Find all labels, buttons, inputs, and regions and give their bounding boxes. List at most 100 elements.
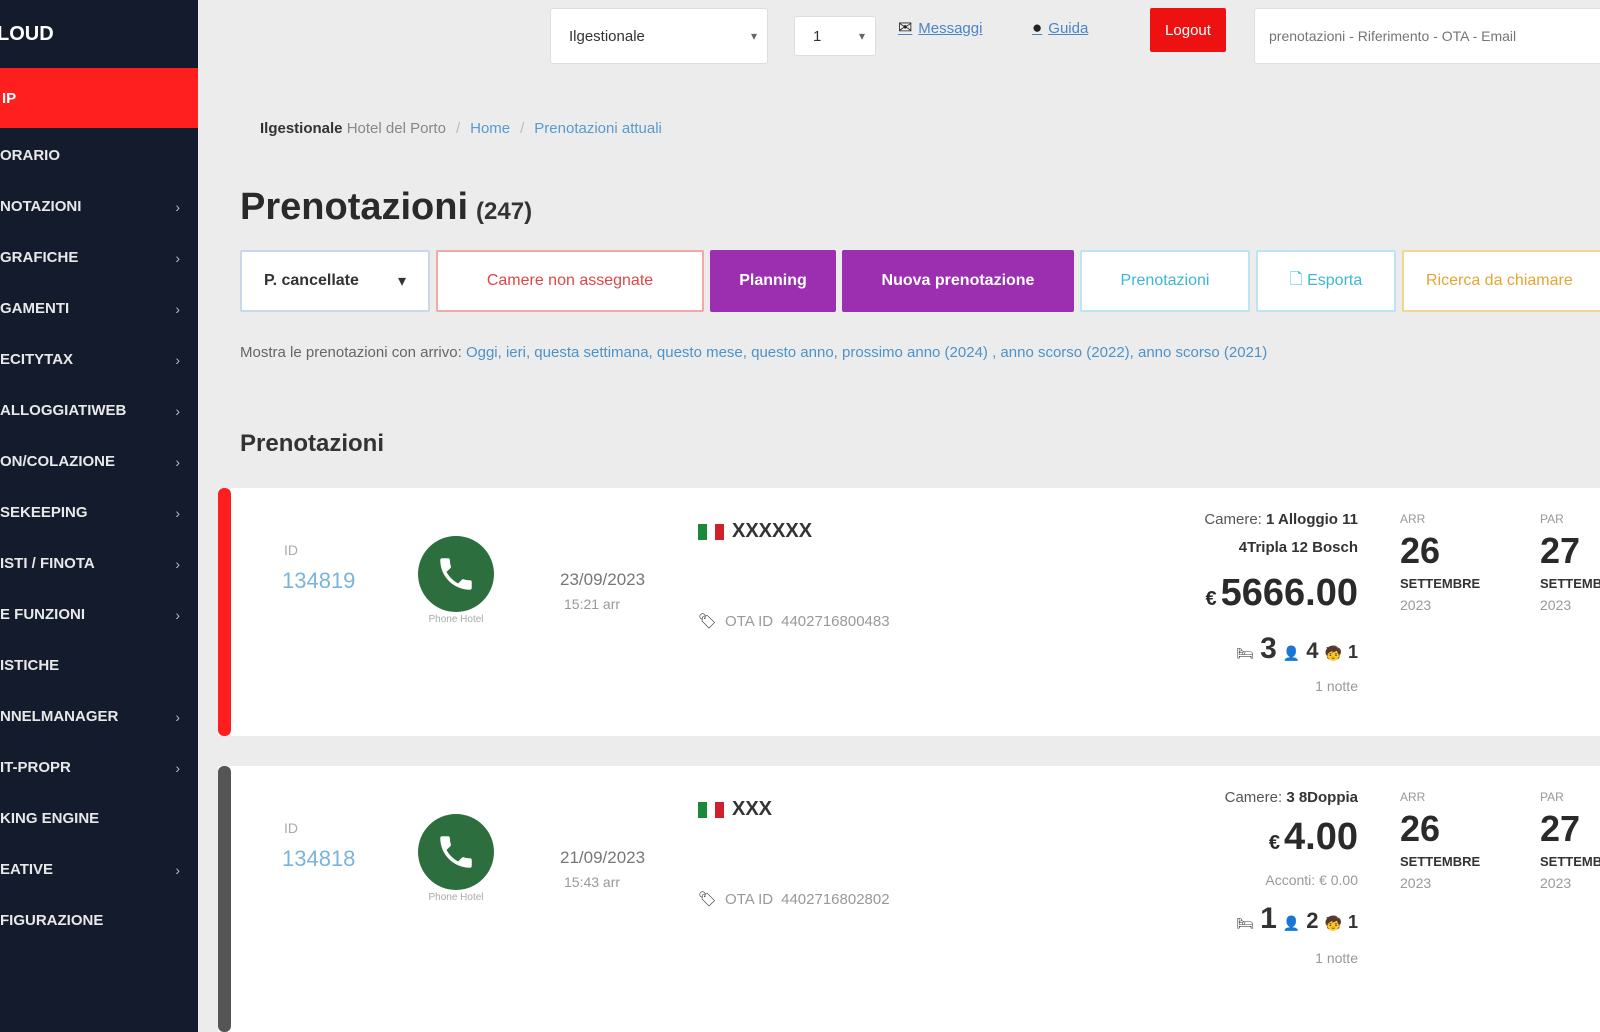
sidebar-item[interactable]: IT-PROPR › [0, 742, 198, 793]
help-link-label: Guida [1048, 19, 1089, 37]
cancelled-filter-select[interactable]: P. cancellate ▾ [240, 250, 430, 312]
sidebar-item-active[interactable]: IP [0, 68, 198, 128]
sidebar-item[interactable]: ON/COLAZIONE › [0, 436, 198, 487]
breadcrumb: Ilgestionale Hotel del Porto / Home / Pr… [260, 120, 662, 137]
sidebar-item[interactable]: ORARIO [0, 130, 198, 181]
sidebar-item[interactable]: ALLOGGIATIWEB › [0, 385, 198, 436]
page-title: Prenotazioni (247) [240, 186, 532, 229]
breadcrumb-home[interactable]: Home [470, 120, 510, 137]
booking-id[interactable]: 134819 [282, 568, 355, 594]
sidebar-item-label: ISTI / FINOTA [0, 555, 95, 572]
room-info: Camere: 1 Alloggio 11 4Tripla 12 Bosch [1204, 506, 1358, 562]
breadcrumb-hotel: Ilgestionale Hotel del Porto [260, 120, 446, 137]
export-button[interactable]: 🗋 Esporta [1256, 250, 1396, 312]
departure-year: 2023 [1540, 875, 1572, 891]
to-call-button[interactable]: Ricerca da chiamare [1402, 250, 1600, 312]
breadcrumb-current[interactable]: Prenotazioni attuali [534, 120, 662, 137]
help-link[interactable]: ● Guida [1032, 18, 1088, 38]
chevron-right-icon: › [175, 504, 180, 521]
chevron-right-icon: › [175, 759, 180, 776]
infants-count: 1 [1347, 912, 1358, 932]
unassigned-rooms-button[interactable]: Camere non assegnate [436, 250, 704, 312]
page-title-text: Prenotazioni [240, 186, 469, 228]
guest-name[interactable]: XXXXXX [698, 520, 812, 543]
guest-name[interactable]: XXX [698, 798, 772, 821]
guest-name-text: XXXXXX [732, 520, 813, 542]
arrival-year: 2023 [1400, 875, 1432, 891]
sidebar-item[interactable]: FIGURAZIONE [0, 895, 198, 946]
bookings-button[interactable]: Prenotazioni [1080, 250, 1250, 312]
room-line-1: 3 8Doppia [1286, 789, 1358, 806]
booking-time: 15:21 arr [564, 596, 621, 612]
person-icon: 👤 [1282, 645, 1301, 661]
nights-count: 1 notte [1315, 950, 1358, 966]
sidebar-item[interactable]: E FUNZIONI › [0, 589, 198, 640]
messages-link-label: Messaggi [918, 19, 983, 37]
arrival-year: 2023 [1400, 597, 1432, 613]
room-label: Camere: [1224, 789, 1283, 806]
ota-id-label: OTA ID [725, 612, 774, 630]
language-select-value: 1 [813, 27, 822, 45]
chevron-right-icon: › [175, 351, 180, 368]
sidebar-item[interactable]: GRAFICHE › [0, 232, 198, 283]
italy-flag-icon [698, 801, 725, 818]
departure-label: PAR [1540, 512, 1564, 526]
sidebar-item[interactable]: ISTI / FINOTA › [0, 538, 198, 589]
bed-icon: 🛏 [1236, 645, 1255, 661]
sidebar-item[interactable]: ISTICHE [0, 640, 198, 691]
envelope-icon: ✉ [898, 18, 913, 37]
logout-button[interactable]: Logout [1150, 8, 1226, 52]
chevron-right-icon: › [175, 861, 180, 878]
nights-count: 1 notte [1315, 678, 1358, 694]
sidebar-item-label: FIGURAZIONE [0, 912, 104, 929]
chevron-down-icon: ▾ [750, 29, 757, 43]
booking-source-label: Phone Hotel [428, 614, 484, 625]
tag-icon: 🏷 [698, 891, 718, 908]
departure-label: PAR [1540, 790, 1564, 804]
messages-link[interactable]: ✉ Messaggi [898, 18, 982, 38]
booking-price: € 4.00 [1269, 816, 1358, 859]
deposit-info: Acconti: € 0.00 [1265, 872, 1358, 888]
price-currency: € [1268, 832, 1281, 854]
person-icon: 👤 [1282, 915, 1301, 931]
brand-logo: LOUD [0, 22, 54, 45]
booking-date: 23/09/2023 [560, 570, 646, 589]
booking-id-label: ID [284, 542, 298, 558]
child-icon: 🧒 [1324, 645, 1342, 661]
sidebar-item[interactable]: ECITYTAX › [0, 334, 198, 385]
children-count: 2 [1306, 908, 1319, 933]
sidebar-item-label: ORARIO [0, 147, 60, 164]
arrival-month: SETTEMBRE [1400, 576, 1481, 591]
hotel-select[interactable]: Ilgestionale ▾ [550, 8, 768, 64]
booking-card[interactable]: ID 134819 Phone Hotel 23/09/2023 15:21 a… [218, 488, 1600, 736]
price-currency: € [1205, 588, 1217, 610]
arrival-date: ARR 26 SETTEMBRE 2023 [1400, 512, 1480, 613]
booking-count: (247) [476, 198, 533, 225]
arrival-filter-prefix: Mostra le prenotazioni con arrivo: [240, 344, 462, 361]
booking-id[interactable]: 134818 [282, 846, 355, 872]
sidebar-item[interactable]: GAMENTI › [0, 283, 198, 334]
new-booking-button[interactable]: Nuova prenotazione [842, 250, 1074, 312]
planning-button[interactable]: Planning [710, 250, 836, 312]
sidebar-item[interactable]: NOTAZIONI › [0, 181, 198, 232]
sidebar-item[interactable]: KING ENGINE [0, 793, 198, 844]
arrival-filter-links[interactable]: Oggi, ieri, questa settimana, questo mes… [466, 344, 1267, 361]
room-line-2: 4Tripla 12 Bosch [1238, 539, 1358, 556]
chevron-right-icon: › [175, 606, 180, 623]
sidebar-item-label: SEKEEPING [0, 504, 88, 521]
search-input[interactable] [1254, 8, 1600, 64]
sidebar-item[interactable]: NNELMANAGER › [0, 691, 198, 742]
arrival-filter-line: Mostra le prenotazioni con arrivo: Oggi,… [240, 344, 1267, 361]
chevron-right-icon: › [175, 402, 180, 419]
booking-card[interactable]: ID 134818 Phone Hotel 21/09/2023 15:43 a… [218, 766, 1600, 1032]
chevron-right-icon: › [175, 708, 180, 725]
phone-icon [418, 814, 494, 890]
chevron-right-icon: › [175, 198, 180, 215]
sidebar-item-label: GRAFICHE [0, 249, 79, 266]
ota-id-value: 4402716802802 [781, 890, 890, 908]
ota-id: 🏷 OTA ID 4402716802802 [698, 890, 890, 909]
language-select[interactable]: 1 ▾ [794, 16, 876, 56]
sidebar-item[interactable]: EATIVE › [0, 844, 198, 895]
sidebar-item-label: E FUNZIONI [0, 606, 85, 623]
sidebar-item[interactable]: SEKEEPING › [0, 487, 198, 538]
